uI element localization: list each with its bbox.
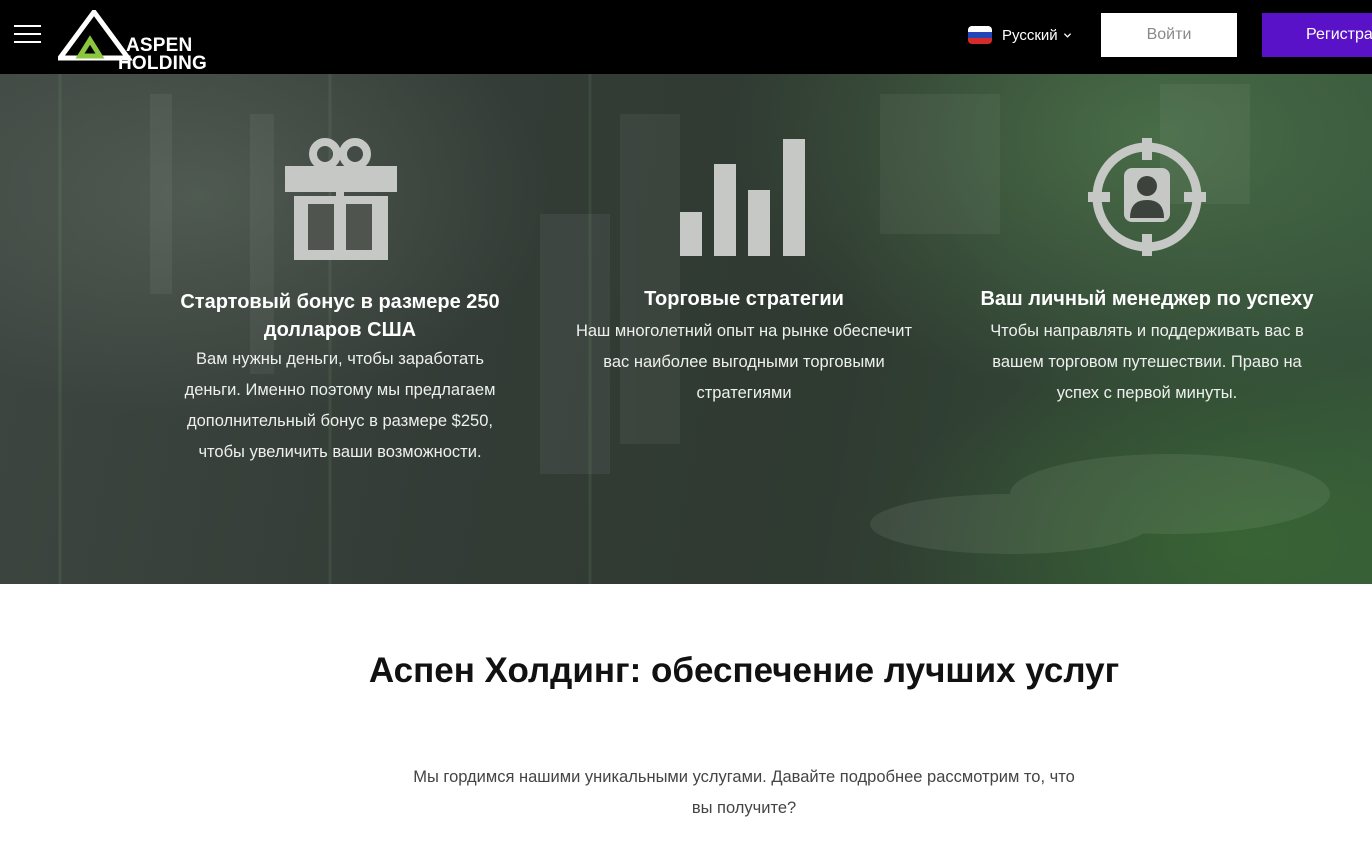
site-logo[interactable]: ASPEN HOLDING [58, 10, 218, 73]
russia-flag-icon [968, 26, 992, 44]
feature-bonus-text: Вам нужны деньги, чтобы заработать деньг… [184, 350, 496, 461]
feature-strategies: Торговые стратегии Наш многолетний опыт … [556, 74, 932, 584]
feature-bonus: Стартовый бонус в размере 250 долларов С… [140, 74, 540, 584]
feature-manager-title: Ваш личный менеджер по успеху [980, 288, 1314, 310]
login-button[interactable]: Войти [1101, 13, 1237, 57]
section-title: Аспен Холдинг: обеспечение лучших услуг [368, 651, 1120, 690]
feature-manager: Ваш личный менеджер по успеху Чтобы напр… [960, 74, 1334, 584]
section-subtitle: Мы гордимся нашими уникальными услугами.… [413, 768, 1075, 817]
feature-manager-text: Чтобы направлять и поддерживать вас в ва… [990, 322, 1304, 402]
features-hero: Стартовый бонус в размере 250 долларов С… [0, 74, 1372, 584]
register-button[interactable]: Регистрация [1262, 13, 1372, 57]
site-header: ASPEN HOLDING Русский Войти Регистрация [0, 0, 1372, 74]
language-label: Русский [1002, 26, 1058, 44]
bar-chart-icon [680, 139, 805, 256]
gift-icon [285, 138, 397, 260]
manager-target-icon [1088, 138, 1206, 256]
feature-strategies-title: Торговые стратегии [644, 288, 844, 310]
logo-line-aspen: ASPEN [126, 35, 193, 56]
logo-line-holding: HOLDING [118, 53, 208, 74]
menu-hamburger-icon[interactable] [14, 23, 42, 45]
feature-strategies-text: Наш многолетний опыт на рынке обеспечит … [575, 322, 913, 402]
feature-bonus-title: Стартовый бонус в размере 250 долларов С… [180, 291, 500, 341]
language-selector[interactable]: Русский [968, 22, 1072, 48]
chevron-down-icon [1063, 32, 1071, 38]
